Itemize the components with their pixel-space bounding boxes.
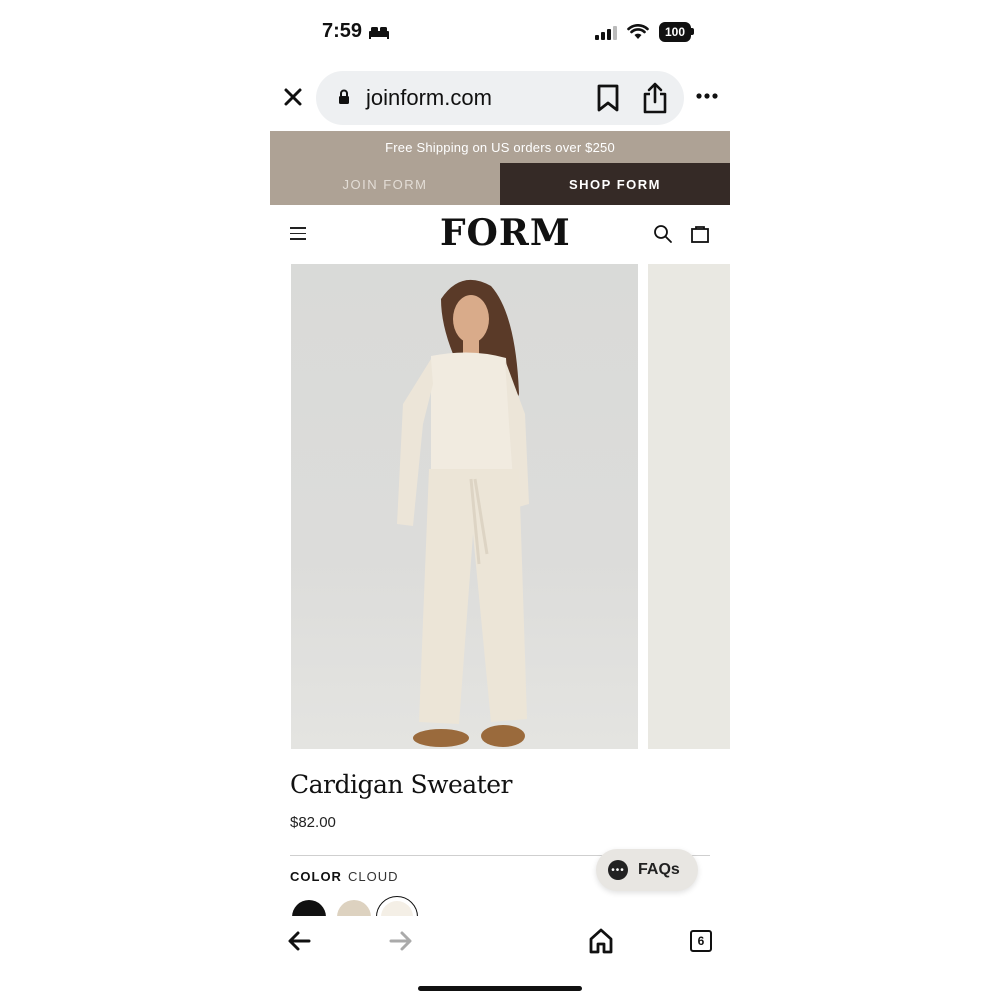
product-title: Cardigan Sweater — [290, 770, 512, 799]
status-indicators: 100 — [595, 22, 695, 42]
product-photo-illustration — [397, 279, 529, 747]
product-price: $82.00 — [290, 814, 336, 831]
home-indicator[interactable] — [418, 986, 582, 991]
forward-arrow-icon[interactable] — [389, 930, 413, 952]
more-icon[interactable] — [696, 92, 718, 100]
faq-button[interactable]: ••• FAQs — [596, 849, 698, 891]
tab-join-form[interactable]: JOIN FORM — [270, 163, 500, 205]
color-label: COLOR — [290, 869, 342, 884]
status-time: 7:59 — [322, 20, 390, 43]
chat-bubble-icon: ••• — [608, 860, 628, 880]
home-icon[interactable] — [589, 928, 613, 954]
close-icon[interactable] — [281, 85, 305, 109]
cellular-signal-icon — [595, 24, 617, 40]
promo-banner: Free Shipping on US orders over $250 — [270, 131, 730, 163]
product-image-main[interactable] — [291, 264, 638, 749]
color-value: CLOUD — [348, 869, 399, 884]
wifi-icon — [627, 24, 649, 39]
bookmark-icon[interactable] — [596, 84, 620, 112]
tabs-icon[interactable]: 6 — [690, 930, 712, 952]
browser-toolbar — [270, 916, 730, 976]
bag-icon[interactable] — [690, 224, 710, 244]
url-text[interactable]: joinform.com — [366, 85, 492, 111]
back-arrow-icon[interactable] — [287, 930, 311, 952]
battery-icon: 100 — [659, 22, 695, 42]
lock-icon — [339, 89, 349, 104]
faq-label: FAQs — [638, 861, 680, 878]
product-image-next[interactable] — [648, 264, 730, 749]
status-time-text: 7:59 — [322, 20, 363, 42]
share-icon[interactable] — [642, 82, 668, 114]
menu-icon[interactable] — [290, 227, 306, 244]
site-logo[interactable]: FORM — [440, 212, 571, 254]
tab-shop-form[interactable]: SHOP FORM — [500, 163, 730, 205]
sleep-bed-icon — [369, 26, 390, 39]
search-icon[interactable] — [653, 224, 673, 244]
